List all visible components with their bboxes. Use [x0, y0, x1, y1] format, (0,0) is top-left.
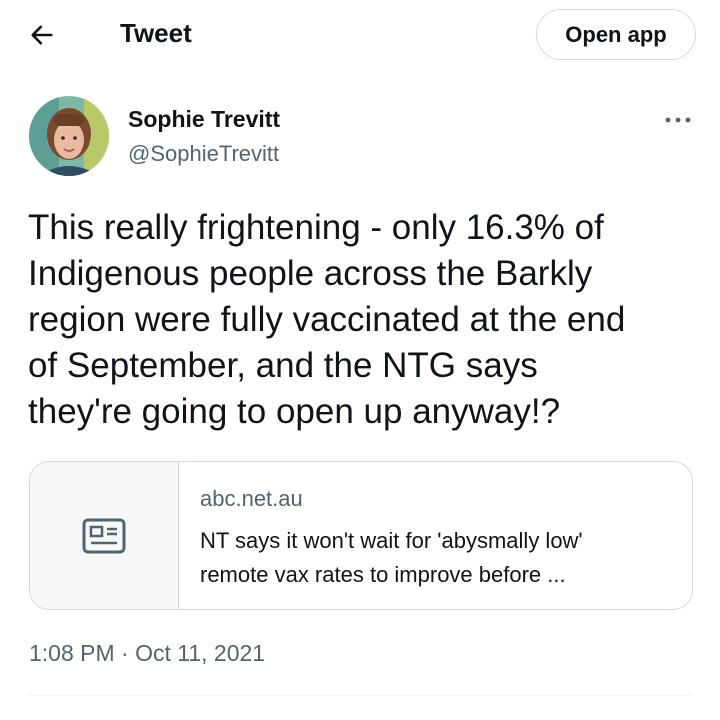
- more-dots-icon: [665, 117, 691, 123]
- tweet-page: Tweet Open app Sophie Trevitt @SophieTre…: [0, 0, 720, 720]
- link-card-thumbnail: [30, 462, 179, 609]
- link-card-title: NT says it won't wait for 'abysmally low…: [200, 524, 650, 592]
- tweet-text-line: This really frightening - only 16.3% of: [28, 208, 604, 247]
- more-options-button[interactable]: [660, 106, 696, 134]
- link-card-domain: abc.net.au: [200, 486, 303, 511]
- divider: [28, 695, 692, 696]
- tweet-text: This really frightening - only 16.3% of …: [28, 205, 698, 435]
- tweet-text-line: Indigenous people across the Barkly: [28, 254, 593, 293]
- tweet-text-line: region were fully vaccinated at the end: [28, 300, 626, 339]
- author-name[interactable]: Sophie Trevitt: [128, 106, 280, 133]
- open-app-button[interactable]: Open app: [536, 9, 696, 60]
- tweet-timestamp[interactable]: 1:08 PM · Oct 11, 2021: [29, 640, 265, 667]
- tweet-text-line: of September, and the NTG says: [28, 346, 538, 385]
- link-card-title-line: NT says it won't wait for 'abysmally low…: [200, 528, 583, 553]
- avatar[interactable]: [29, 96, 109, 176]
- link-preview-card[interactable]: abc.net.au NT says it won't wait for 'ab…: [29, 461, 693, 610]
- top-bar: Tweet Open app: [0, 0, 720, 70]
- tweet-text-line: they're going to open up anyway!?: [28, 392, 561, 431]
- page-title: Tweet: [120, 18, 192, 48]
- arrow-left-icon: [31, 25, 53, 45]
- avatar-image: [29, 96, 109, 176]
- link-card-title-line: remote vax rates to improve before ...: [200, 562, 566, 587]
- back-button[interactable]: [18, 14, 66, 56]
- link-card-body: abc.net.au NT says it won't wait for 'ab…: [179, 462, 650, 609]
- author-handle[interactable]: @SophieTrevitt: [128, 141, 279, 167]
- article-icon: [82, 518, 126, 553]
